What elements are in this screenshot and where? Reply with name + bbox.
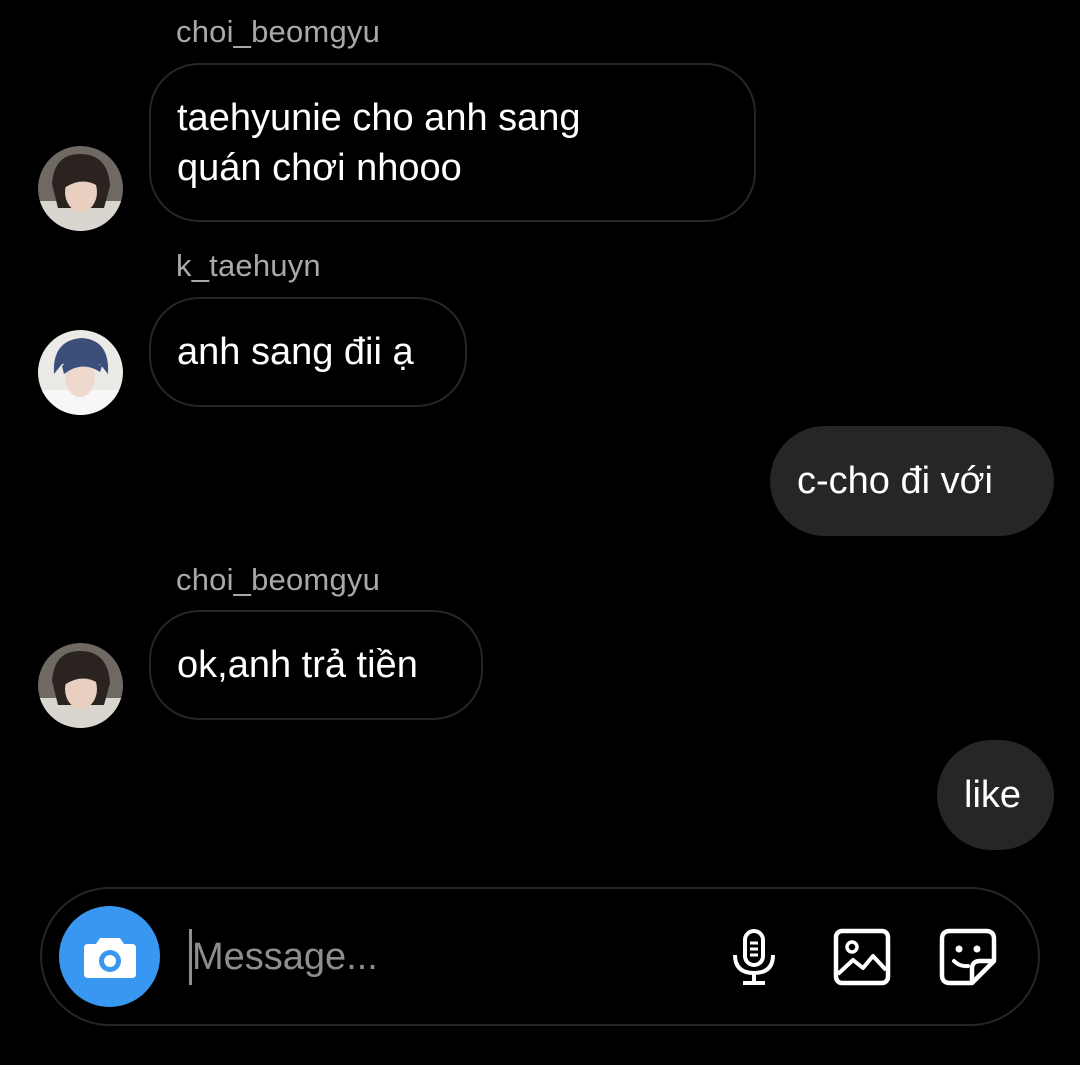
- message-text: c-cho đi với: [797, 459, 993, 502]
- message-bubble-incoming[interactable]: taehyunie cho anh sang quán chơi nhooo: [149, 63, 756, 222]
- sticker-icon: [939, 928, 997, 986]
- avatar-choi-beomgyu[interactable]: [38, 643, 123, 728]
- message-text-line: taehyunie cho anh sang: [177, 96, 581, 139]
- avatar-choi-beomgyu[interactable]: [38, 146, 123, 231]
- message-bubble-incoming[interactable]: ok,anh trả tiền: [149, 610, 483, 720]
- message-bubble-incoming[interactable]: anh sang đii ạ: [149, 297, 467, 407]
- message-bubble-outgoing[interactable]: like: [937, 740, 1054, 850]
- message-input[interactable]: [192, 927, 712, 987]
- sender-name: choi_beomgyu: [176, 562, 381, 597]
- sender-name: choi_beomgyu: [176, 14, 381, 49]
- sender-name: k_taehuyn: [176, 248, 321, 283]
- camera-button[interactable]: [59, 906, 160, 1007]
- camera-icon: [83, 937, 136, 978]
- message-text: like: [964, 773, 1022, 816]
- avatar-image: [38, 146, 123, 231]
- message-text: ok,anh trả tiền: [177, 644, 418, 686]
- message-composer: [40, 887, 1040, 1026]
- microphone-button[interactable]: [722, 925, 786, 989]
- avatar-image: [38, 330, 123, 415]
- message-text-line: quán chơi nhooo: [177, 146, 462, 189]
- avatar-k-taehuyn[interactable]: [38, 330, 123, 415]
- gallery-button[interactable]: [830, 925, 894, 989]
- sticker-button[interactable]: [936, 925, 1000, 989]
- message-text: anh sang đii ạ: [177, 331, 414, 373]
- avatar-image: [38, 643, 123, 728]
- microphone-icon: [733, 929, 775, 985]
- gallery-icon: [833, 928, 891, 986]
- message-bubble-outgoing[interactable]: c-cho đi với: [770, 426, 1054, 536]
